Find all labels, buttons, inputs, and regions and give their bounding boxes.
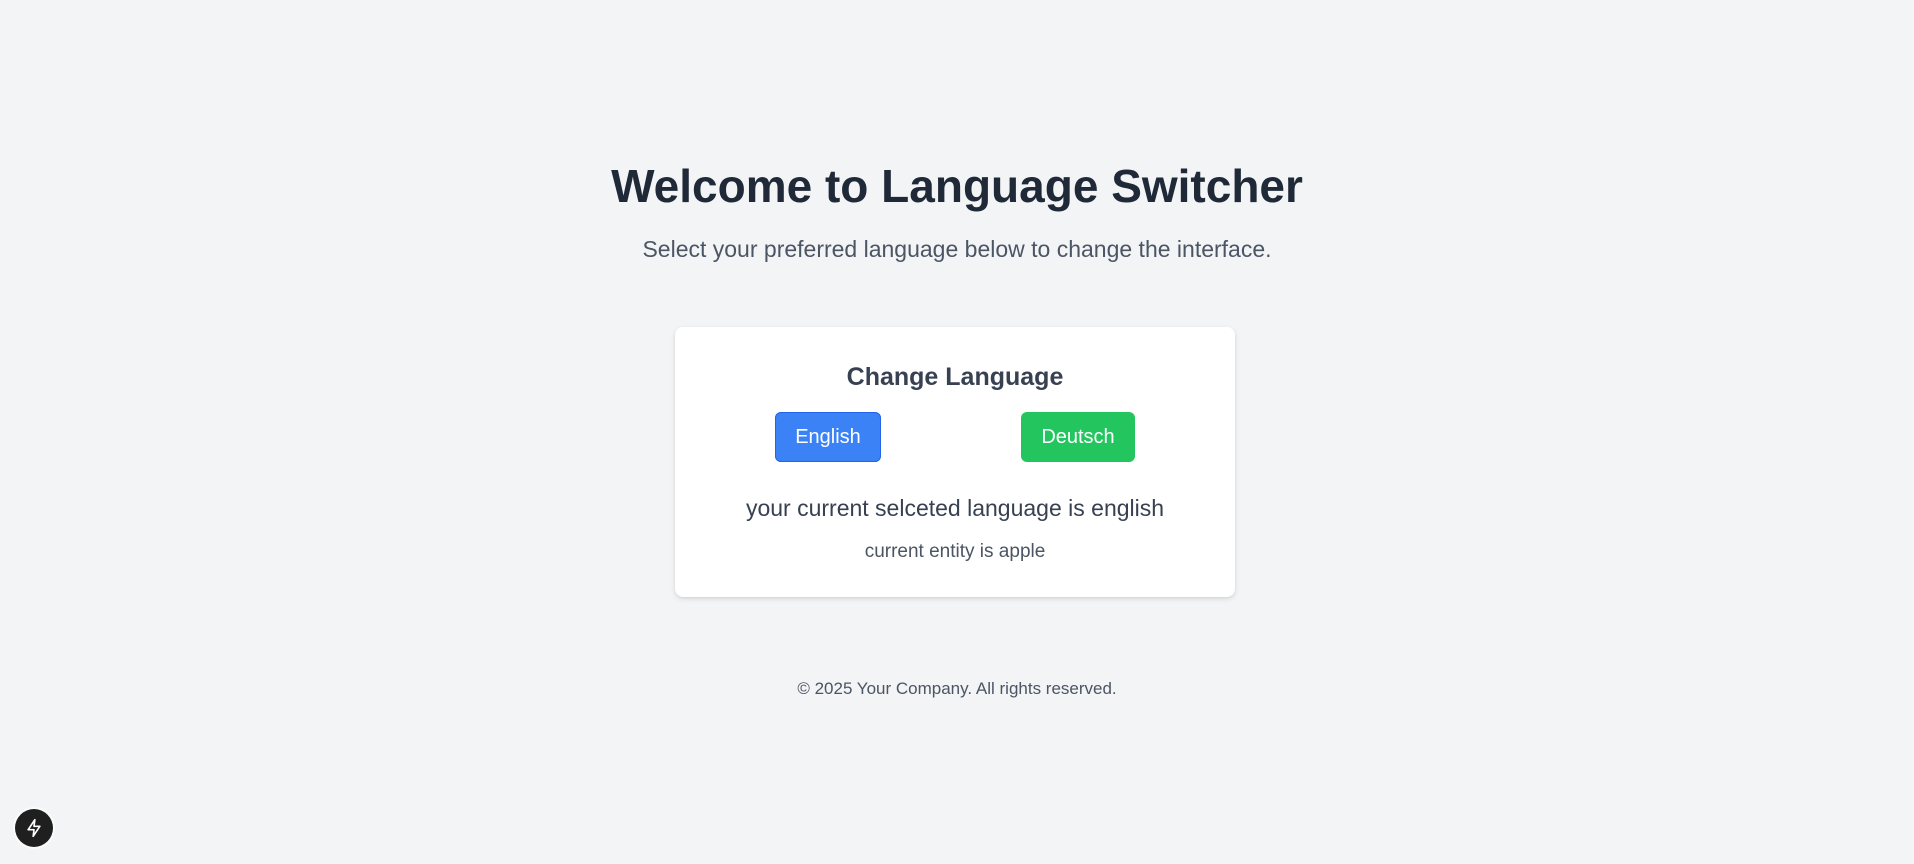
deutsch-button[interactable]: Deutsch	[1021, 412, 1135, 462]
language-card: Change Language English Deutsch your cur…	[675, 327, 1235, 597]
page-title: Welcome to Language Switcher	[611, 160, 1303, 212]
page: Welcome to Language Switcher Select your…	[0, 0, 1914, 864]
page-subtitle: Select your preferred language below to …	[642, 236, 1272, 262]
dev-tools-button[interactable]	[15, 809, 53, 847]
english-button[interactable]: English	[775, 412, 881, 462]
current-language-text: your current selceted language is englis…	[745, 495, 1165, 521]
current-entity-text: current entity is apple	[864, 541, 1046, 562]
footer-copyright: © 2025 Your Company. All rights reserved…	[797, 679, 1117, 698]
lightning-bolt-icon	[27, 818, 41, 838]
card-title: Change Language	[846, 363, 1064, 391]
